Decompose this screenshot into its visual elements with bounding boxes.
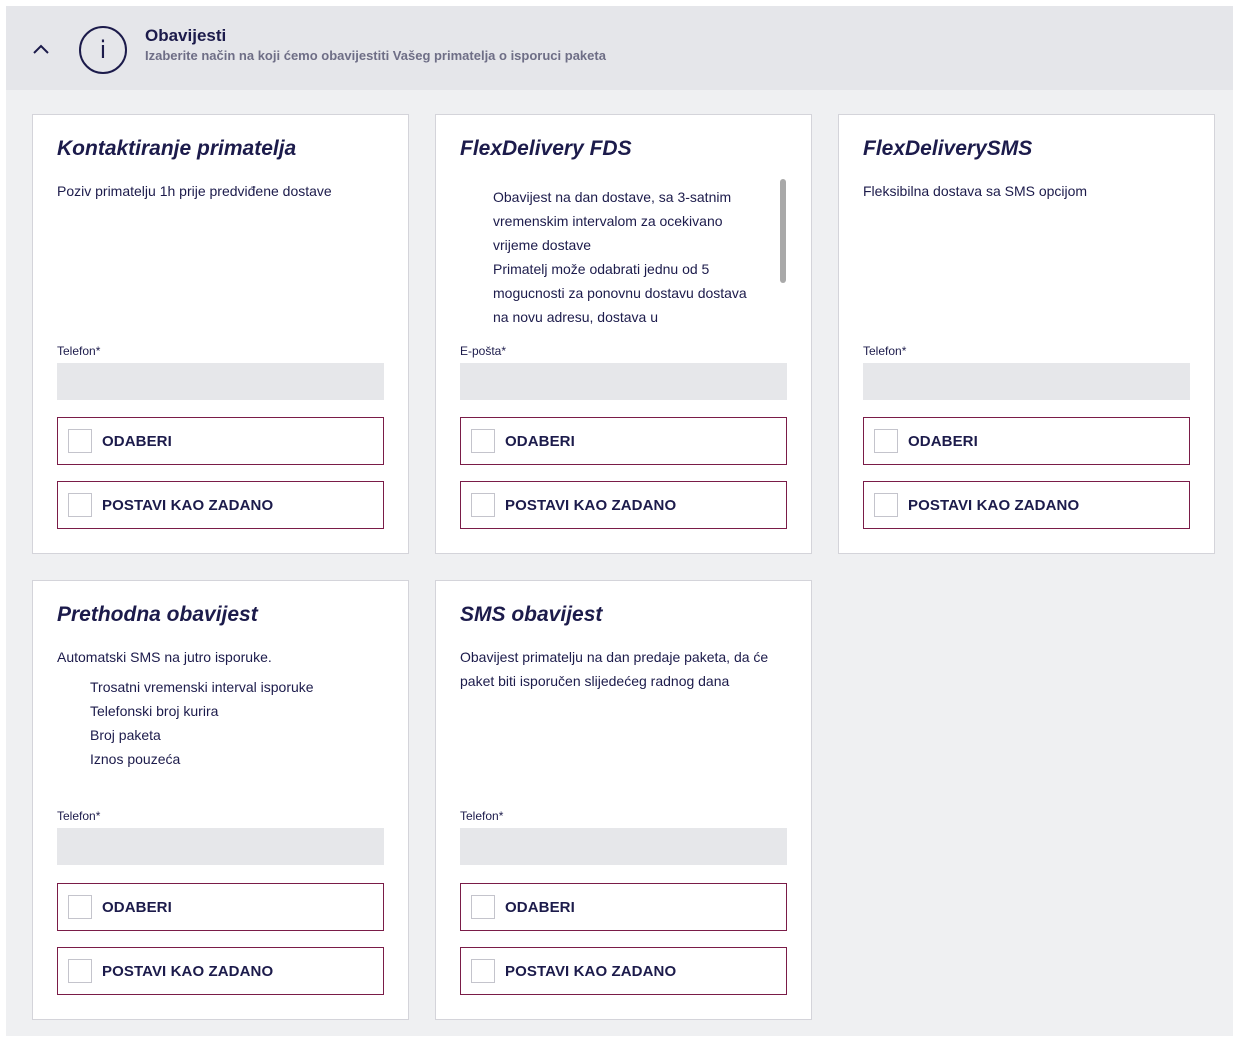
card-title: Prethodna obavijest xyxy=(57,603,258,626)
list-item: Iznos pouzeća xyxy=(90,751,181,767)
select-button[interactable]: ODABERI xyxy=(460,883,787,931)
section-subtitle: Izaberite način na koji ćemo obavijestit… xyxy=(145,48,606,63)
set-default-checkbox[interactable] xyxy=(68,959,92,983)
phone-field-label: Telefon* xyxy=(460,809,504,823)
chevron-up-icon[interactable] xyxy=(32,42,50,56)
list-item: Broj paketa xyxy=(90,727,161,743)
card-description-scroll-area[interactable]: Obavijest na dan dostave, sa 3-satnim vr… xyxy=(460,179,796,335)
phone-field-label: Telefon* xyxy=(57,809,101,823)
option-card-flexdelivery-fds: FlexDelivery FDS Obavijest na dan dostav… xyxy=(435,114,812,554)
select-checkbox[interactable] xyxy=(471,895,495,919)
description-scrollbar[interactable] xyxy=(780,179,786,283)
notifications-header[interactable]: i Obavijesti Izaberite način na koji ćem… xyxy=(6,6,1233,90)
select-button[interactable]: ODABERI xyxy=(57,417,384,465)
description-paragraph: Primatelj može odabrati jednu od 5 moguc… xyxy=(493,261,747,325)
info-icon: i xyxy=(79,26,127,74)
email-field-label: E-pošta* xyxy=(460,344,507,358)
set-default-checkbox[interactable] xyxy=(68,493,92,517)
select-checkbox[interactable] xyxy=(471,429,495,453)
description-paragraph: Obavijest na dan dostave, sa 3-satnim vr… xyxy=(493,189,732,253)
card-description: Obavijest na dan dostave, sa 3-satnim vr… xyxy=(493,185,763,329)
set-default-button-label: POSTAVI KAO ZADANO xyxy=(505,963,677,980)
option-card-prethodna-obavijest: Prethodna obavijest Automatski SMS na ju… xyxy=(32,580,409,1020)
set-default-button[interactable]: POSTAVI KAO ZADANO xyxy=(57,947,384,995)
card-description: Poziv primatelju 1h prije predviđene dos… xyxy=(57,183,332,199)
phone-input[interactable] xyxy=(57,363,384,400)
select-button-label: ODABERI xyxy=(102,433,172,450)
select-checkbox[interactable] xyxy=(874,429,898,453)
set-default-button-label: POSTAVI KAO ZADANO xyxy=(908,497,1080,514)
set-default-button-label: POSTAVI KAO ZADANO xyxy=(102,497,274,514)
card-description: Obavijest primatelju na dan predaje pake… xyxy=(460,649,769,689)
card-title: FlexDelivery FDS xyxy=(460,137,632,160)
select-button-label: ODABERI xyxy=(505,433,575,450)
set-default-checkbox[interactable] xyxy=(471,959,495,983)
set-default-checkbox[interactable] xyxy=(874,493,898,517)
set-default-button[interactable]: POSTAVI KAO ZADANO xyxy=(460,481,787,529)
list-item: Trosatni vremenski interval isporuke xyxy=(90,679,314,695)
section-title: Obavijesti xyxy=(145,26,227,45)
set-default-checkbox[interactable] xyxy=(471,493,495,517)
set-default-button-label: POSTAVI KAO ZADANO xyxy=(505,497,677,514)
phone-field-label: Telefon* xyxy=(57,344,101,358)
phone-input[interactable] xyxy=(57,828,384,865)
set-default-button[interactable]: POSTAVI KAO ZADANO xyxy=(863,481,1190,529)
email-input[interactable] xyxy=(460,363,787,400)
phone-field-label: Telefon* xyxy=(863,344,907,358)
select-button[interactable]: ODABERI xyxy=(460,417,787,465)
card-feature-list: Trosatni vremenski interval isporuke Tel… xyxy=(90,675,314,771)
set-default-button-label: POSTAVI KAO ZADANO xyxy=(102,963,274,980)
phone-input[interactable] xyxy=(460,828,787,865)
card-title: SMS obavijest xyxy=(460,603,603,626)
set-default-button[interactable]: POSTAVI KAO ZADANO xyxy=(460,947,787,995)
option-card-sms-obavijest: SMS obavijest Obavijest primatelju na da… xyxy=(435,580,812,1020)
select-button[interactable]: ODABERI xyxy=(863,417,1190,465)
set-default-button[interactable]: POSTAVI KAO ZADANO xyxy=(57,481,384,529)
card-description: Fleksibilna dostava sa SMS opcijom xyxy=(863,183,1088,199)
select-checkbox[interactable] xyxy=(68,895,92,919)
select-checkbox[interactable] xyxy=(68,429,92,453)
option-card-kontaktiranje-primatelja: Kontaktiranje primatelja Poziv primatelj… xyxy=(32,114,409,554)
phone-input[interactable] xyxy=(863,363,1190,400)
select-button-label: ODABERI xyxy=(102,899,172,916)
notifications-panel: i Obavijesti Izaberite način na koji ćem… xyxy=(6,6,1233,1036)
card-title: FlexDeliverySMS xyxy=(863,137,1033,160)
select-button[interactable]: ODABERI xyxy=(57,883,384,931)
card-title: Kontaktiranje primatelja xyxy=(57,137,297,160)
list-item: Telefonski broj kurira xyxy=(90,703,219,719)
select-button-label: ODABERI xyxy=(908,433,978,450)
select-button-label: ODABERI xyxy=(505,899,575,916)
option-card-flexdeliverysms: FlexDeliverySMS Fleksibilna dostava sa S… xyxy=(838,114,1215,554)
card-description: Automatski SMS na jutro isporuke. xyxy=(57,649,272,665)
